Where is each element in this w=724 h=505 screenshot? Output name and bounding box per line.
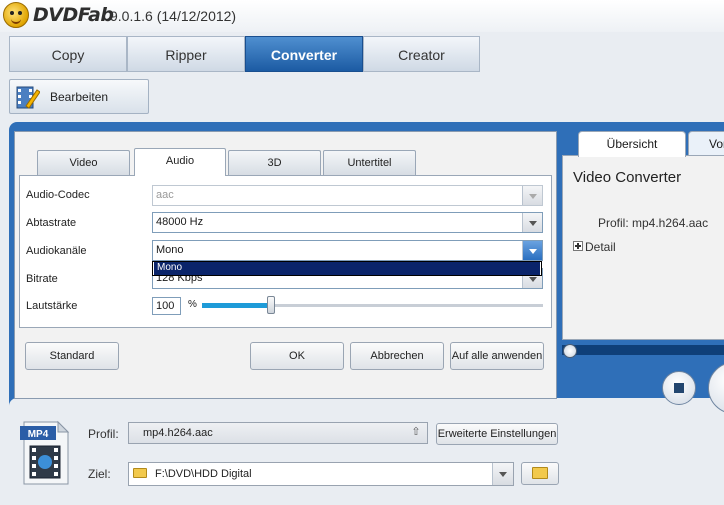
overview-title: Video Converter	[573, 169, 682, 186]
bitrate-label: Bitrate	[26, 273, 58, 285]
edit-button[interactable]: Bearbeiten	[9, 79, 149, 114]
target-path-select[interactable]: F:\DVD\HDD Digital	[128, 462, 514, 486]
advanced-settings-button[interactable]: Erweiterte Einstellungen	[436, 423, 558, 445]
audio-codec-select: aac	[152, 185, 543, 206]
chevron-expand-icon[interactable]: ⇧	[409, 425, 423, 439]
mp4-format-badge: MP4	[28, 429, 49, 440]
frame-divider	[9, 398, 724, 412]
progress-bar	[562, 345, 724, 355]
audio-codec-value: aac	[156, 189, 174, 201]
target-label: Ziel:	[88, 467, 111, 481]
sample-rate-label: Abtastrate	[26, 217, 77, 229]
tab-creator[interactable]: Creator	[363, 36, 480, 72]
chevron-down-icon[interactable]	[522, 213, 542, 232]
profile-label: Profil:	[88, 427, 119, 441]
overview-detail[interactable]: Detail	[585, 240, 616, 254]
ok-button[interactable]: OK	[250, 342, 344, 370]
channels-value: Mono	[156, 244, 184, 256]
channels-dropdown-list: Mono	[152, 261, 542, 276]
chevron-down-icon[interactable]	[522, 241, 542, 260]
app-name: DVDFab	[33, 4, 114, 26]
standard-button[interactable]: Standard	[25, 342, 119, 370]
sample-rate-value: 48000 Hz	[156, 216, 204, 228]
folder-icon	[133, 468, 147, 478]
mp4-format-icon: MP4	[20, 420, 70, 485]
chevron-down-icon[interactable]	[492, 463, 513, 485]
cancel-button[interactable]: Abbrechen	[350, 342, 444, 370]
tab-video[interactable]: Video	[37, 150, 130, 175]
volume-input[interactable]: 100	[152, 297, 181, 315]
channels-label: Audiokanäle	[26, 245, 87, 257]
tab-3d[interactable]: 3D	[228, 150, 321, 175]
expand-plus-icon[interactable]	[573, 241, 583, 251]
volume-unit: %	[188, 299, 197, 310]
audio-codec-label: Audio-Codec	[26, 189, 90, 201]
stop-button[interactable]	[662, 371, 696, 405]
open-folder-icon	[532, 467, 548, 479]
main-tabs: Copy Ripper Converter Creator	[9, 36, 480, 72]
edit-button-label: Bearbeiten	[50, 90, 109, 104]
overview-profile: Profil: mp4.h264.aac	[598, 216, 709, 230]
app-version: 9.0.1.6 (14/12/2012)	[110, 8, 237, 24]
tab-subtitles[interactable]: Untertitel	[323, 150, 416, 175]
dvdfab-logo-icon	[3, 2, 29, 28]
tab-audio[interactable]: Audio	[134, 148, 226, 176]
volume-slider-fill	[202, 303, 270, 308]
channels-select[interactable]: Mono	[152, 240, 543, 261]
tab-ripper[interactable]: Ripper	[127, 36, 245, 72]
sample-rate-select[interactable]: 48000 Hz	[152, 212, 543, 233]
volume-label: Lautstärke	[26, 300, 78, 312]
tab-copy[interactable]: Copy	[9, 36, 127, 72]
chevron-down-icon	[522, 186, 542, 205]
dropdown-option-mono[interactable]: Mono	[154, 262, 540, 275]
tab-preview[interactable]: Vor	[688, 131, 724, 157]
profile-select[interactable]: mp4.h264.aac	[128, 422, 428, 444]
film-edit-icon	[16, 86, 40, 109]
progress-handle[interactable]	[563, 344, 577, 358]
tab-overview[interactable]: Übersicht	[578, 131, 686, 157]
volume-slider-thumb[interactable]	[267, 296, 275, 314]
apply-all-button[interactable]: Auf alle anwenden	[450, 342, 544, 370]
tab-converter[interactable]: Converter	[245, 36, 363, 72]
